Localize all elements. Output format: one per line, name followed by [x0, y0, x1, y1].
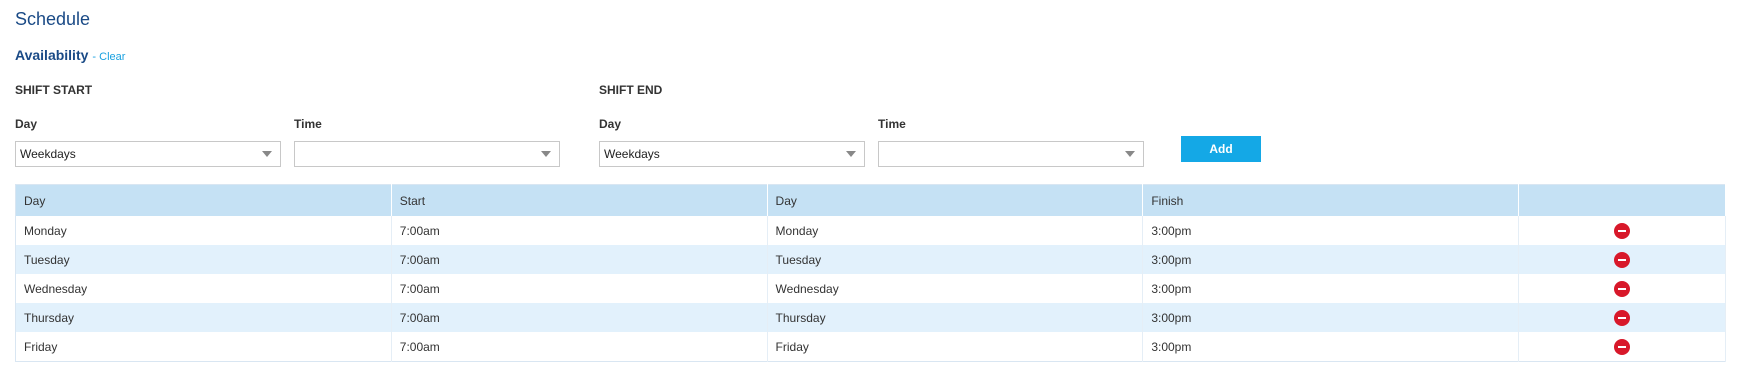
header-end-day: Day: [767, 184, 1144, 216]
end-day-value: Weekdays: [604, 147, 660, 161]
header-start-day: Day: [15, 184, 392, 216]
remove-icon[interactable]: [1614, 338, 1631, 355]
remove-icon[interactable]: [1614, 222, 1631, 239]
cell-start-day: Tuesday: [15, 245, 392, 274]
cell-actions: [1518, 245, 1726, 274]
start-day-value: Weekdays: [20, 147, 76, 161]
cell-start-time: 7:00am: [391, 274, 768, 303]
table-row: Thursday 7:00am Thursday 3:00pm: [15, 303, 1726, 332]
cell-end-day: Monday: [767, 216, 1144, 245]
remove-icon[interactable]: [1614, 251, 1631, 268]
chevron-down-icon: [541, 151, 551, 157]
cell-start-time: 7:00am: [391, 216, 768, 245]
cell-start-time: 7:00am: [391, 303, 768, 332]
cell-actions: [1518, 216, 1726, 245]
cell-end-day: Tuesday: [767, 245, 1144, 274]
availability-label: Availability: [15, 47, 89, 63]
cell-start-time: 7:00am: [391, 245, 768, 274]
header-finish: Finish: [1142, 184, 1520, 216]
add-button[interactable]: Add: [1181, 136, 1261, 162]
end-day-label: Day: [599, 117, 622, 131]
schedule-page: Schedule Availability - Clear SHIFT START…: [0, 0, 1739, 378]
table-row: Tuesday 7:00am Tuesday 3:00pm: [15, 245, 1726, 274]
cell-actions: [1518, 332, 1726, 362]
cell-finish-time: 3:00pm: [1142, 216, 1520, 245]
table-row: Monday 7:00am Monday 3:00pm: [15, 216, 1726, 245]
cell-end-day: Thursday: [767, 303, 1144, 332]
cell-start-day: Thursday: [15, 303, 392, 332]
cell-finish-time: 3:00pm: [1142, 332, 1520, 362]
cell-start-day: Monday: [15, 216, 392, 245]
chevron-down-icon: [262, 151, 272, 157]
cell-end-day: Wednesday: [767, 274, 1144, 303]
cell-end-day: Friday: [767, 332, 1144, 362]
end-time-select[interactable]: [878, 141, 1144, 167]
cell-start-day: Friday: [15, 332, 392, 362]
cell-start-day: Wednesday: [15, 274, 392, 303]
start-time-select[interactable]: [294, 141, 560, 167]
cell-finish-time: 3:00pm: [1142, 245, 1520, 274]
remove-icon[interactable]: [1614, 309, 1631, 326]
header-actions: [1518, 184, 1726, 216]
start-day-label: Day: [15, 117, 38, 131]
cell-actions: [1518, 274, 1726, 303]
shift-start-heading: SHIFT START: [15, 83, 93, 97]
header-start: Start: [391, 184, 768, 216]
clear-link[interactable]: - Clear: [92, 51, 125, 63]
availability-heading: Availability - Clear: [15, 47, 125, 63]
table-row: Friday 7:00am Friday 3:00pm: [15, 332, 1726, 362]
chevron-down-icon: [1125, 151, 1135, 157]
start-day-select[interactable]: Weekdays: [15, 141, 281, 167]
table-row: Wednesday 7:00am Wednesday 3:00pm: [15, 274, 1726, 303]
start-time-label: Time: [294, 117, 322, 131]
table-header-row: Day Start Day Finish: [15, 184, 1726, 216]
cell-actions: [1518, 303, 1726, 332]
end-day-select[interactable]: Weekdays: [599, 141, 865, 167]
shift-end-heading: SHIFT END: [599, 83, 663, 97]
remove-icon[interactable]: [1614, 280, 1631, 297]
page-title: Schedule: [15, 9, 91, 29]
cell-finish-time: 3:00pm: [1142, 303, 1520, 332]
cell-start-time: 7:00am: [391, 332, 768, 362]
end-time-label: Time: [878, 117, 906, 131]
chevron-down-icon: [846, 151, 856, 157]
cell-finish-time: 3:00pm: [1142, 274, 1520, 303]
availability-table: Day Start Day Finish Monday 7:00am Monda…: [15, 184, 1726, 362]
